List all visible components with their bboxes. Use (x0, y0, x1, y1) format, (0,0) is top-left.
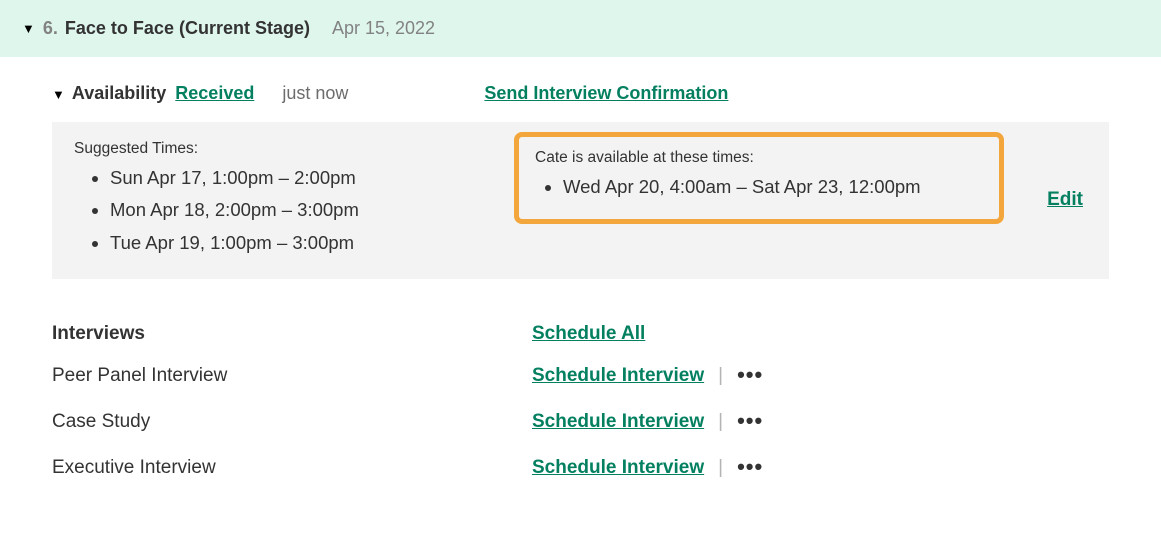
stage-header[interactable]: ▼ 6. Face to Face (Current Stage) Apr 15… (0, 0, 1161, 57)
availability-timeago: just now (282, 83, 348, 104)
collapse-triangle-icon[interactable]: ▼ (52, 87, 65, 102)
candidate-availability-highlight: Cate is available at these times: Wed Ap… (514, 132, 1004, 224)
more-actions-icon[interactable]: ••• (737, 454, 763, 480)
interview-row: Peer Panel Interview Schedule Interview … (52, 361, 1109, 387)
list-item: Tue Apr 19, 1:00pm – 3:00pm (110, 227, 474, 259)
suggested-times-label: Suggested Times: (74, 140, 474, 158)
availability-status-link[interactable]: Received (175, 83, 254, 103)
list-item: Wed Apr 20, 4:00am – Sat Apr 23, 12:00pm (563, 171, 983, 203)
list-item: Sun Apr 17, 1:00pm – 2:00pm (110, 162, 474, 194)
divider: | (718, 457, 723, 479)
availability-header: ▼ Availability Received just now Send In… (52, 83, 1109, 104)
list-item: Mon Apr 18, 2:00pm – 3:00pm (110, 194, 474, 226)
edit-availability-link[interactable]: Edit (1047, 189, 1087, 211)
schedule-interview-link[interactable]: Schedule Interview (532, 365, 704, 387)
suggested-times-col: Suggested Times: Sun Apr 17, 1:00pm – 2:… (74, 140, 474, 259)
stage-title: Face to Face (Current Stage) (65, 18, 310, 38)
collapse-triangle-icon[interactable]: ▼ (22, 21, 35, 36)
divider: | (718, 411, 723, 433)
stage-date: Apr 15, 2022 (332, 18, 435, 39)
send-interview-confirmation-link[interactable]: Send Interview Confirmation (484, 83, 728, 104)
suggested-times-list: Sun Apr 17, 1:00pm – 2:00pm Mon Apr 18, … (74, 162, 474, 259)
interview-row: Executive Interview Schedule Interview |… (52, 453, 1109, 479)
interview-row: Case Study Schedule Interview | ••• (52, 407, 1109, 433)
interviews-header-row: Interviews Schedule All (52, 323, 1109, 345)
stage-number: 6. (43, 18, 58, 38)
schedule-interview-link[interactable]: Schedule Interview (532, 411, 704, 433)
interviews-section: Interviews Schedule All Peer Panel Inter… (52, 323, 1109, 479)
candidate-times-list: Wed Apr 20, 4:00am – Sat Apr 23, 12:00pm (535, 171, 983, 203)
schedule-all-link[interactable]: Schedule All (532, 323, 645, 345)
interview-name: Peer Panel Interview (52, 365, 532, 387)
availability-box: Suggested Times: Sun Apr 17, 1:00pm – 2:… (52, 122, 1109, 279)
schedule-interview-link[interactable]: Schedule Interview (532, 457, 704, 479)
availability-label: Availability (72, 83, 166, 103)
more-actions-icon[interactable]: ••• (737, 362, 763, 388)
interview-name: Executive Interview (52, 457, 532, 479)
interview-name: Case Study (52, 411, 532, 433)
candidate-availability-label: Cate is available at these times: (535, 149, 983, 167)
more-actions-icon[interactable]: ••• (737, 408, 763, 434)
interviews-heading: Interviews (52, 323, 532, 345)
divider: | (718, 365, 723, 387)
